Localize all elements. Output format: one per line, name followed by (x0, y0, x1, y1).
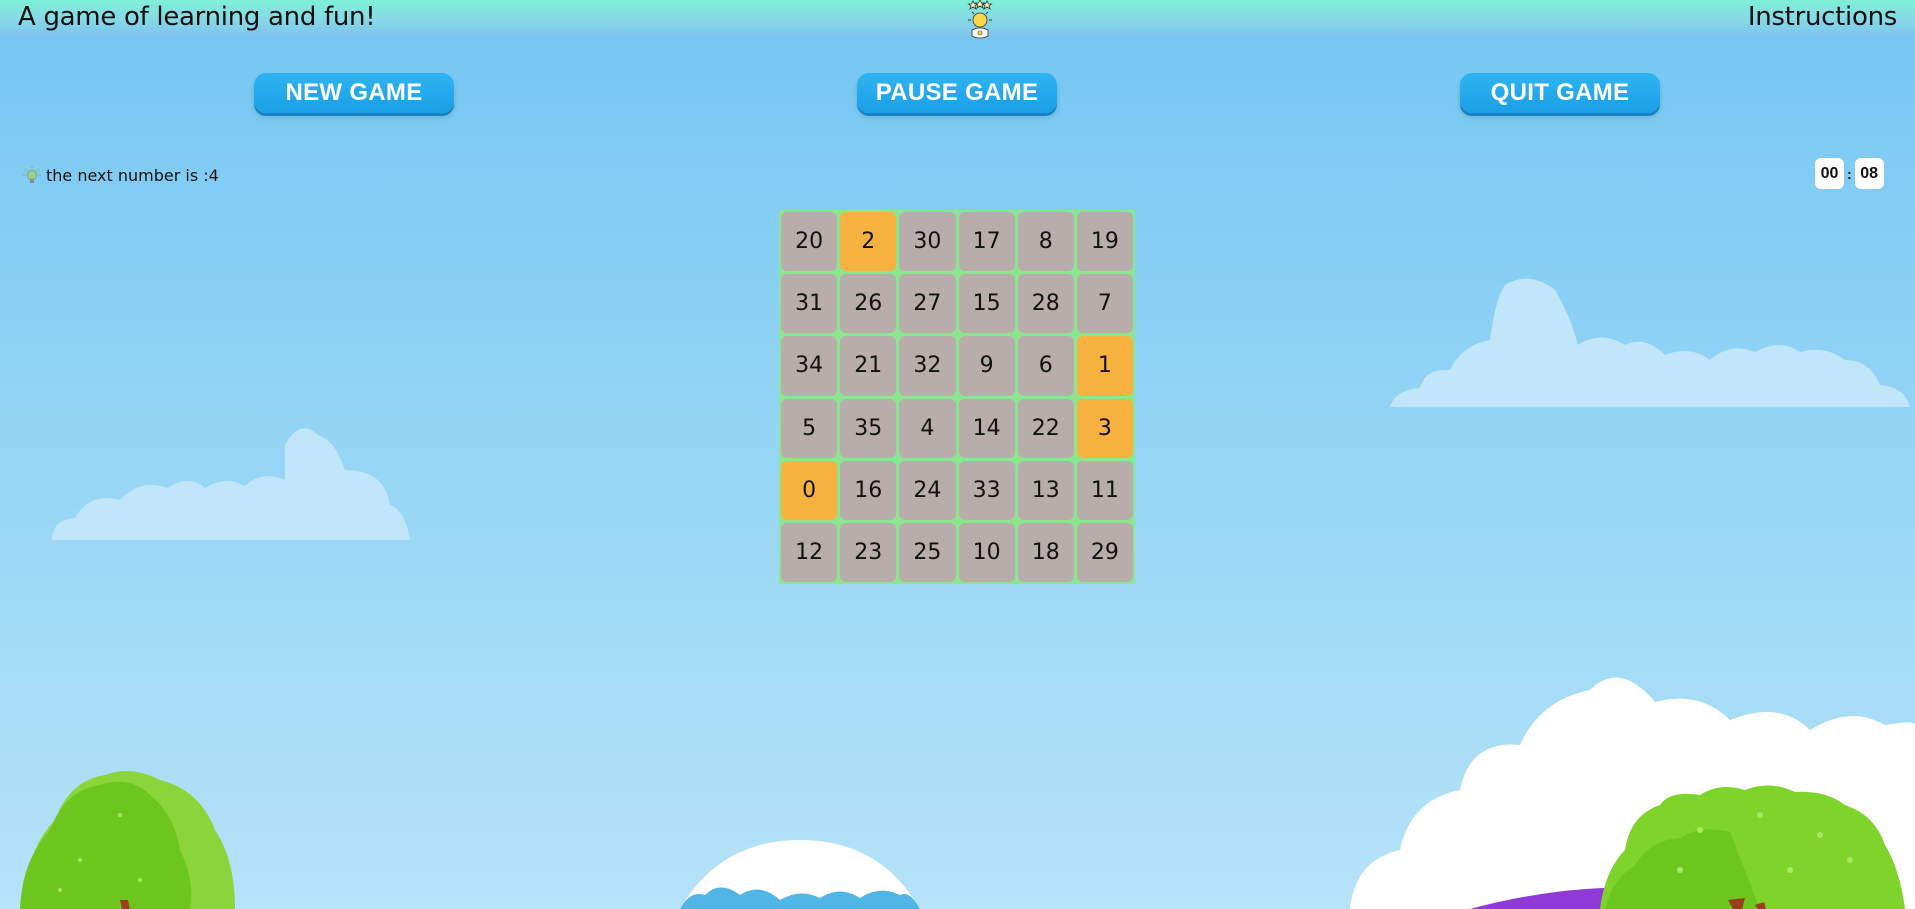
timer-minutes: 00 (1815, 158, 1844, 189)
cloud-icon (1350, 677, 1915, 909)
number-tile[interactable]: 3 (1076, 398, 1133, 458)
number-board: 20 2 30 17 8 19 31 26 27 15 28 7 34 21 32 9 6 1 5 35 4 14 22 3 0… (779, 210, 1135, 584)
number-tile[interactable]: 34 (781, 336, 838, 396)
number-tile[interactable]: 21 (840, 336, 897, 396)
number-tile[interactable]: 12 (781, 522, 838, 582)
star-crowned-sun-mascot-icon (967, 0, 993, 39)
number-tile[interactable]: 11 (1076, 460, 1133, 520)
number-tile[interactable]: 18 (1017, 522, 1074, 582)
number-tile[interactable]: 35 (840, 398, 897, 458)
number-tile[interactable]: 17 (958, 212, 1015, 272)
new-game-button[interactable]: NEW GAME (254, 73, 454, 113)
number-tile[interactable]: 4 (899, 398, 956, 458)
number-tile[interactable]: 16 (840, 460, 897, 520)
snowy-mountain-icon (680, 840, 920, 909)
number-tile[interactable]: 22 (1017, 398, 1074, 458)
cloud-icon (1390, 278, 1910, 407)
next-number-text: the next number is :4 (46, 165, 219, 185)
game-timer: 00 : 08 (1815, 158, 1884, 189)
hill-icon (1470, 887, 1720, 909)
lightbulb-icon (23, 166, 41, 183)
number-tile[interactable]: 9 (958, 336, 1015, 396)
pause-game-button[interactable]: PAUSE GAME (857, 73, 1057, 113)
number-tile[interactable]: 1 (1076, 336, 1133, 396)
tree-icon (20, 771, 235, 909)
number-tile[interactable]: 23 (840, 522, 897, 582)
number-tile[interactable]: 7 (1076, 274, 1133, 334)
number-tile[interactable]: 6 (1017, 336, 1074, 396)
top-bar: A game of learning and fun! Instructions (0, 0, 1915, 39)
quit-game-button[interactable]: QUIT GAME (1460, 73, 1660, 113)
number-tile[interactable]: 15 (958, 274, 1015, 334)
number-tile[interactable]: 5 (781, 398, 838, 458)
number-tile[interactable]: 25 (899, 522, 956, 582)
number-tile[interactable]: 14 (958, 398, 1015, 458)
number-tile[interactable]: 20 (781, 212, 838, 272)
number-tile[interactable]: 32 (899, 336, 956, 396)
number-tile[interactable]: 29 (1076, 522, 1133, 582)
number-tile[interactable]: 27 (899, 274, 956, 334)
timer-seconds: 08 (1854, 158, 1884, 189)
timer-separator: : (1847, 165, 1852, 182)
number-tile[interactable]: 26 (840, 274, 897, 334)
number-tile[interactable]: 0 (781, 460, 838, 520)
number-tile[interactable]: 33 (958, 460, 1015, 520)
instructions-link[interactable]: Instructions (1748, 2, 1897, 32)
number-tile[interactable]: 8 (1017, 212, 1074, 272)
cloud-icon (52, 428, 410, 540)
number-tile[interactable]: 30 (899, 212, 956, 272)
number-tile[interactable]: 24 (899, 460, 956, 520)
game-tagline: A game of learning and fun! (18, 2, 376, 32)
number-tile[interactable]: 31 (781, 274, 838, 334)
number-tile[interactable]: 2 (840, 212, 897, 272)
tree-icon (1600, 785, 1905, 909)
next-number-hint: the next number is :4 (22, 163, 219, 187)
number-tile[interactable]: 28 (1017, 274, 1074, 334)
number-tile[interactable]: 10 (958, 522, 1015, 582)
number-tile[interactable]: 19 (1076, 212, 1133, 272)
number-tile[interactable]: 13 (1017, 460, 1074, 520)
